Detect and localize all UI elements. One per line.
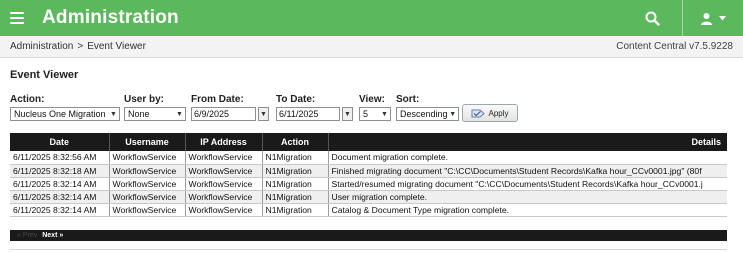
user-icon [701, 12, 712, 25]
sort-select[interactable]: Descending ▼ [396, 107, 459, 121]
breadcrumb-item-event-viewer: Event Viewer [87, 41, 146, 52]
caret-down-icon [719, 15, 726, 20]
chevron-down-icon: ▼ [344, 110, 351, 118]
prev-page-link: « Prev [17, 232, 38, 239]
user-by-select-value: None [128, 109, 150, 119]
table-row: 6/11/2025 8:32:18 AM WorkflowService Wor… [10, 164, 727, 178]
cell-action: N1Migration [262, 203, 329, 217]
breadcrumb: Administration > Event Viewer Content Ce… [0, 36, 743, 58]
column-header-action[interactable]: Action [262, 133, 329, 151]
apply-button-label: Apply [488, 108, 509, 118]
cell-username: WorkflowService [109, 190, 186, 204]
table-row: 6/11/2025 8:32:14 AM WorkflowService Wor… [10, 190, 727, 204]
app-title: Administration [42, 7, 179, 28]
chevron-down-icon: ▼ [110, 110, 117, 118]
cell-action: N1Migration [262, 151, 329, 165]
sort-select-value: Descending [400, 109, 448, 119]
header-actions [632, 0, 743, 36]
table-header-row: Date Username IP Address Action Details [10, 133, 727, 151]
cell-action: N1Migration [262, 190, 329, 204]
cell-date: 6/11/2025 8:32:56 AM [10, 151, 110, 165]
action-select[interactable]: Nucleus One Migration ▼ [10, 107, 120, 121]
cell-ip-address: WorkflowService [185, 177, 263, 191]
to-date-input[interactable]: 6/11/2025 [276, 107, 340, 121]
table-row: 6/11/2025 8:32:56 AM WorkflowService Wor… [10, 151, 727, 165]
event-table: Date Username IP Address Action Details … [10, 133, 727, 217]
action-label: Action: [10, 94, 45, 105]
cell-action: N1Migration [262, 164, 329, 178]
cell-ip-address: WorkflowService [185, 190, 263, 204]
cell-ip-address: WorkflowService [185, 164, 263, 178]
apply-button[interactable]: Apply [462, 104, 518, 122]
from-date-value: 6/9/2025 [194, 109, 230, 119]
to-date-label: To Date: [276, 94, 316, 105]
cell-ip-address: WorkflowService [185, 151, 263, 165]
user-menu-button[interactable] [683, 0, 743, 36]
to-date-value: 6/11/2025 [279, 109, 319, 119]
cell-ip-address: WorkflowService [185, 203, 263, 217]
from-date-input[interactable]: 6/9/2025 [191, 107, 256, 121]
cell-details: Finished migrating document "C:\CC\Docum… [328, 164, 727, 178]
search-icon [645, 11, 660, 26]
view-select-value: 5 [363, 109, 369, 119]
breadcrumb-item-administration[interactable]: Administration [10, 41, 73, 52]
view-select[interactable]: 5 ▼ [359, 107, 391, 121]
cell-date: 6/11/2025 8:32:14 AM [10, 177, 110, 191]
from-date-dropdown-button[interactable]: ▼ [258, 107, 269, 121]
version-label: Content Central v7.5.9228 [616, 41, 733, 52]
table-pager: « Prev Next » [10, 230, 727, 241]
sort-label: Sort: [396, 94, 420, 105]
chevron-down-icon: ▼ [260, 110, 267, 118]
app-header: Administration [0, 0, 743, 36]
view-label: View: [359, 94, 385, 105]
cell-date: 6/11/2025 8:32:14 AM [10, 190, 110, 204]
action-select-value: Nucleus One Migration [14, 109, 106, 119]
hamburger-icon[interactable] [10, 12, 24, 24]
next-page-link[interactable]: Next » [42, 232, 63, 239]
cell-date: 6/11/2025 8:32:14 AM [10, 203, 110, 217]
search-button[interactable] [632, 0, 672, 36]
table-row: 6/11/2025 8:32:14 AM WorkflowService Wor… [10, 203, 727, 217]
breadcrumb-separator: > [77, 41, 84, 52]
cell-username: WorkflowService [109, 203, 186, 217]
apply-icon [471, 109, 486, 117]
column-header-username[interactable]: Username [109, 133, 186, 151]
to-date-dropdown-button[interactable]: ▼ [342, 107, 353, 121]
cell-username: WorkflowService [109, 177, 186, 191]
column-header-details[interactable]: Details [328, 133, 727, 151]
cell-action: N1Migration [262, 177, 329, 191]
cell-details: Catalog & Document Type migration comple… [328, 203, 727, 217]
cell-details: Document migration complete. [328, 151, 727, 165]
cell-details: User migration complete. [328, 190, 727, 204]
chevron-down-icon: ▼ [381, 110, 388, 118]
cell-date: 6/11/2025 8:32:18 AM [10, 164, 110, 178]
chevron-down-icon: ▼ [176, 110, 183, 118]
cell-username: WorkflowService [109, 164, 186, 178]
user-by-label: User by: [124, 94, 165, 105]
user-by-select[interactable]: None ▼ [124, 107, 186, 121]
cell-username: WorkflowService [109, 151, 186, 165]
table-row: 6/11/2025 8:32:14 AM WorkflowService Wor… [10, 177, 727, 191]
divider [10, 249, 727, 250]
from-date-label: From Date: [191, 94, 244, 105]
chevron-down-icon: ▼ [449, 110, 457, 118]
column-header-date[interactable]: Date [10, 133, 110, 151]
cell-details: Started/resumed migrating document "C:\C… [328, 177, 727, 191]
page-title: Event Viewer [10, 69, 79, 81]
column-header-ip-address[interactable]: IP Address [185, 133, 263, 151]
